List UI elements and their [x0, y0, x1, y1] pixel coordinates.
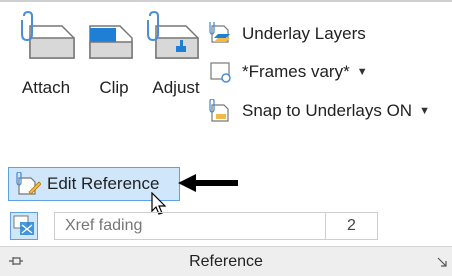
reference-ribbon-panel: Attach Clip Adjust Underlay Layers *Fram…	[0, 0, 452, 276]
attach-file-icon	[21, 10, 75, 59]
dropdown-arrow-icon[interactable]: ▼	[419, 105, 430, 117]
underlay-layers-button[interactable]: Underlay Layers	[208, 21, 366, 47]
snap-to-underlays-dropdown[interactable]: Snap to Underlays ON ▼	[208, 98, 430, 124]
frames-icon	[210, 62, 231, 83]
frames-dropdown[interactable]: *Frames vary* ▼	[208, 59, 368, 85]
dropdown-arrow-icon[interactable]: ▼	[357, 66, 368, 78]
clip-button[interactable]: Clip	[80, 10, 148, 106]
xref-fading-slider[interactable]: Xref fading	[54, 212, 326, 240]
snap-to-underlays-icon	[209, 99, 229, 122]
dialog-launcher-icon[interactable]	[436, 256, 448, 268]
edit-reference-icon	[16, 172, 41, 195]
adjust-button[interactable]: Adjust	[142, 10, 210, 106]
top-divider	[0, 0, 452, 2]
left-arrow-icon	[178, 174, 238, 192]
adjust-icon	[147, 10, 199, 59]
attach-label: Attach	[21, 78, 71, 97]
panel-title-bar: Reference	[0, 246, 452, 276]
xref-fading-icon	[13, 215, 34, 235]
xref-fading-row: Xref fading 2	[8, 210, 378, 242]
attach-button[interactable]: Attach	[12, 10, 80, 106]
underlay-layers-label: Underlay Layers	[242, 24, 366, 43]
panel-title: Reference	[189, 253, 263, 270]
xref-fading-toggle[interactable]	[10, 212, 38, 240]
clip-icon	[89, 25, 133, 59]
clip-label: Clip	[99, 78, 129, 97]
underlay-layers-icon	[209, 22, 230, 43]
edit-reference-label: Edit Reference	[47, 174, 160, 193]
adjust-label: Adjust	[152, 78, 200, 97]
frames-label: *Frames vary*	[242, 62, 350, 81]
xref-fading-value[interactable]: 2	[326, 212, 378, 240]
snap-to-underlays-label: Snap to Underlays ON	[242, 101, 413, 120]
